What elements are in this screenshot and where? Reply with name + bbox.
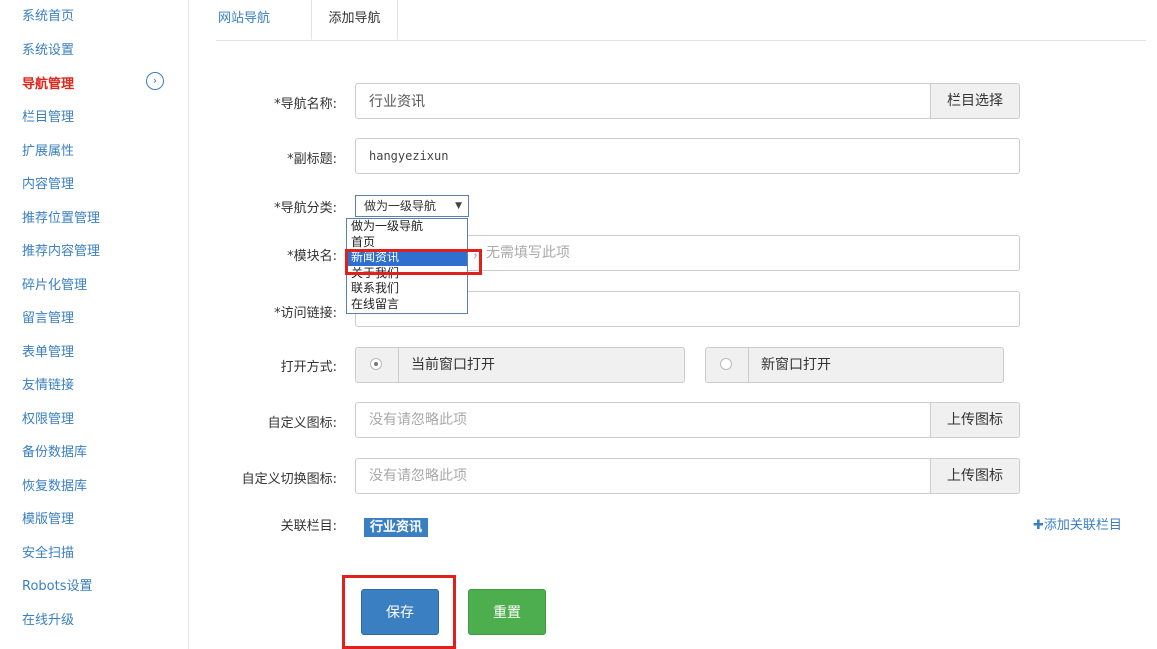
- dropdown-arrow-icon: ▼: [455, 201, 462, 211]
- sidebar-item-robots[interactable]: Robots设置: [22, 575, 92, 594]
- custom-icon-input[interactable]: [355, 402, 931, 438]
- upload-icon-button[interactable]: 上传图标: [930, 402, 1020, 438]
- tab-site-navigation[interactable]: 网站导航: [216, 0, 304, 40]
- sidebar-item-rec-positions[interactable]: 推荐位置管理: [22, 207, 100, 226]
- module-name-label: *模块名:: [287, 249, 337, 264]
- nav-category-label: *导航分类:: [274, 201, 337, 216]
- sidebar-item-forms[interactable]: 表单管理: [22, 341, 74, 360]
- radio-checked-icon: [370, 358, 382, 370]
- radio-current-window[interactable]: [356, 348, 399, 382]
- custom-switch-icon-input[interactable]: [355, 458, 931, 494]
- sidebar-item-content[interactable]: 内容管理: [22, 173, 74, 192]
- sidebar-item-messages[interactable]: 留言管理: [22, 307, 74, 326]
- sidebar-item-columns[interactable]: 栏目管理: [22, 106, 74, 125]
- related-column-tag[interactable]: 行业资讯: [364, 518, 429, 537]
- sidebar-item-backup-db[interactable]: 备份数据库: [22, 441, 87, 460]
- chevron-right-circle-icon[interactable]: ›: [146, 72, 164, 90]
- sidebar-item-security-scan[interactable]: 安全扫描: [22, 542, 74, 561]
- sidebar-item-nav-management[interactable]: 导航管理: [22, 73, 74, 92]
- sidebar-item-upgrade[interactable]: 在线升级: [22, 609, 74, 628]
- radio-current-window-label: 当前窗口打开: [411, 357, 495, 373]
- radio-new-window-label: 新窗口打开: [761, 357, 831, 373]
- sidebar: 系统首页 系统设置 导航管理 › 栏目管理 扩展属性 内容管理 推荐位置管理 推…: [0, 0, 189, 649]
- nav-category-select[interactable]: 做为一级导航 ▼: [355, 195, 469, 217]
- custom-icon-label: 自定义图标:: [267, 416, 337, 431]
- subtitle-input[interactable]: [355, 138, 1020, 174]
- open-mode-label: 打开方式:: [280, 360, 337, 375]
- subtitle-label: *副标题:: [287, 152, 337, 167]
- sidebar-item-rec-content[interactable]: 推荐内容管理: [22, 240, 100, 259]
- dropdown-option[interactable]: 联系我们: [347, 281, 467, 297]
- sidebar-item-ext-attrs[interactable]: 扩展属性: [22, 140, 74, 159]
- radio-new-window[interactable]: [706, 348, 749, 382]
- nav-category-dropdown: 做为一级导航 首页 新闻资讯 关于我们 联系我们 在线留言: [346, 218, 468, 314]
- nav-category-selected-value: 做为一级导航: [364, 199, 437, 213]
- sidebar-item-home[interactable]: 系统首页: [22, 5, 74, 24]
- sidebar-item-links[interactable]: 友情链接: [22, 374, 74, 393]
- sidebar-item-restore-db[interactable]: 恢复数据库: [22, 475, 87, 494]
- dropdown-option-selected[interactable]: 新闻资讯: [347, 250, 467, 266]
- add-related-column-link[interactable]: ✚添加关联栏目: [1033, 514, 1122, 533]
- nav-name-label: *导航名称:: [274, 97, 337, 112]
- tab-bar: 网站导航 添加导航: [216, 0, 1146, 41]
- related-column-label: 关联栏目:: [280, 519, 337, 534]
- dropdown-option[interactable]: 首页: [347, 235, 467, 251]
- dropdown-option[interactable]: 做为一级导航: [347, 219, 467, 235]
- module-name-hint: ，无需填写此项: [472, 245, 570, 261]
- dropdown-option[interactable]: 在线留言: [347, 297, 467, 313]
- save-button[interactable]: 保存: [361, 589, 439, 635]
- sidebar-item-settings[interactable]: 系统设置: [22, 39, 74, 58]
- reset-button[interactable]: 重置: [468, 589, 546, 635]
- radio-unchecked-icon: [720, 358, 732, 370]
- tab-add-navigation[interactable]: 添加导航: [311, 0, 398, 40]
- nav-name-input[interactable]: [355, 83, 931, 119]
- access-link-label: *访问链接:: [274, 306, 337, 321]
- column-select-button[interactable]: 栏目选择: [930, 83, 1020, 119]
- sidebar-item-permissions[interactable]: 权限管理: [22, 408, 74, 427]
- sidebar-item-templates[interactable]: 模版管理: [22, 508, 74, 527]
- upload-switch-icon-button[interactable]: 上传图标: [930, 458, 1020, 494]
- open-mode-new-option: 新窗口打开: [705, 347, 1004, 383]
- custom-switch-icon-label: 自定义切换图标:: [241, 472, 337, 487]
- dropdown-option[interactable]: 关于我们: [347, 266, 467, 282]
- open-mode-current-option: 当前窗口打开: [355, 347, 685, 383]
- sidebar-item-fragments[interactable]: 碎片化管理: [22, 274, 87, 293]
